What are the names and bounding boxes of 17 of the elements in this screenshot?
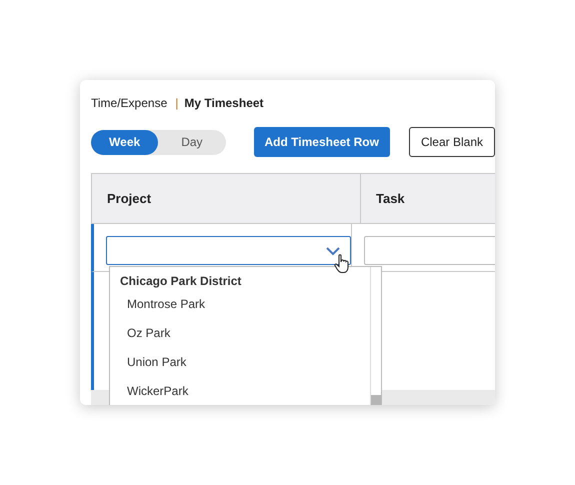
- dropdown-option[interactable]: Oz Park: [110, 319, 370, 348]
- dropdown-option[interactable]: Montrose Park: [110, 290, 370, 319]
- dropdown-option[interactable]: Union Park: [110, 348, 370, 377]
- view-tab[interactable]: Day: [158, 130, 226, 154]
- clear-button[interactable]: Clear Blank: [408, 127, 495, 157]
- column-header: Task: [375, 190, 406, 208]
- chevron-down-icon: [326, 247, 340, 256]
- add-row-button[interactable]: Add Timesheet Row: [254, 127, 390, 157]
- view-tab[interactable]: Week: [91, 130, 158, 154]
- page-title: My Timesheet: [184, 96, 264, 110]
- breadcrumb-link[interactable]: Time/Expense: [91, 96, 168, 110]
- dropdown-option[interactable]: WickerPark: [110, 377, 370, 405]
- project-select[interactable]: [106, 236, 351, 265]
- option-group-label: Chicago Park District: [119, 274, 242, 290]
- column-header: Project: [92, 174, 361, 223]
- breadcrumb-separator: |: [175, 96, 178, 110]
- scrollbar[interactable]: [370, 267, 381, 405]
